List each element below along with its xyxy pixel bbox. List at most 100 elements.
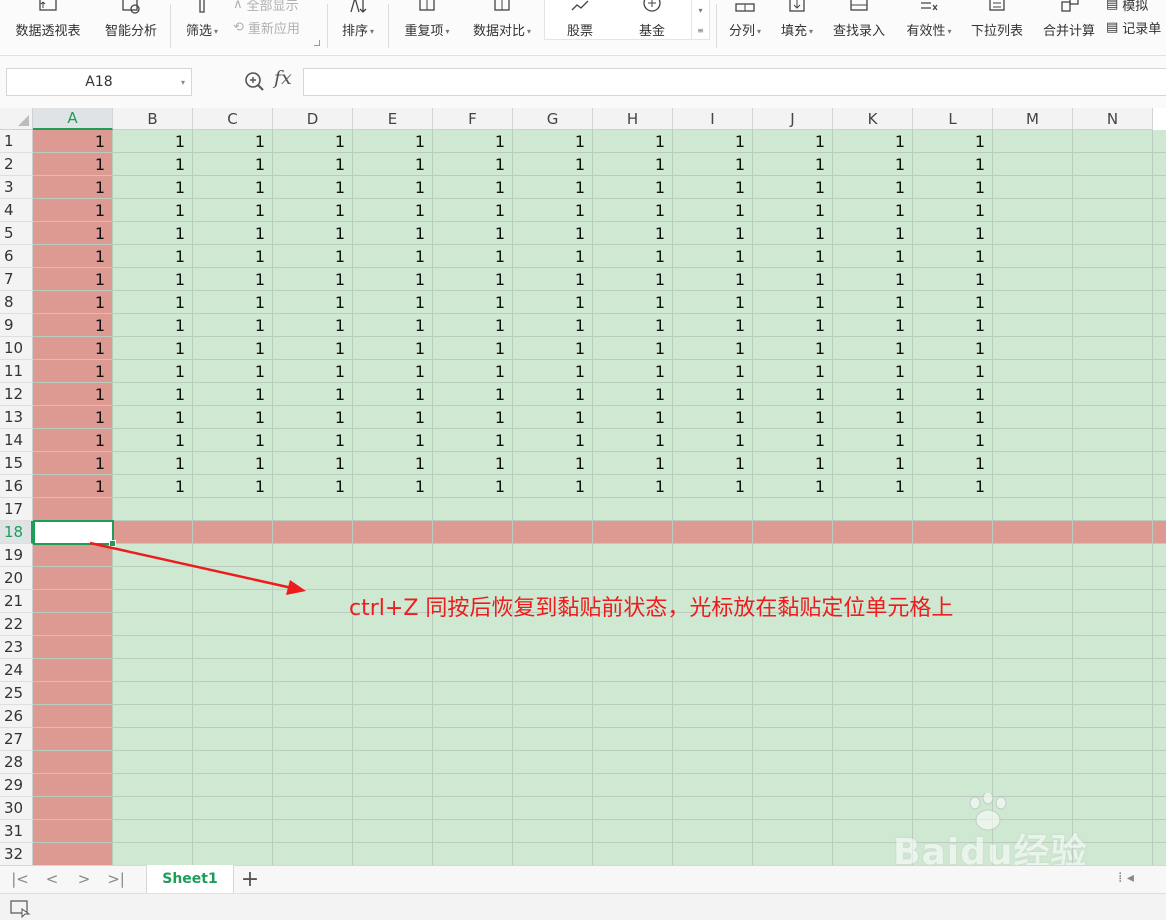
cell-h10[interactable]: 1 — [593, 337, 673, 360]
cell-j9[interactable]: 1 — [753, 314, 833, 337]
cell-l6[interactable]: 1 — [913, 245, 993, 268]
cell-h5[interactable]: 1 — [593, 222, 673, 245]
cell-b11[interactable]: 1 — [113, 360, 193, 383]
cell-c4[interactable]: 1 — [193, 199, 273, 222]
cell-g14[interactable]: 1 — [513, 429, 593, 452]
column-header-g[interactable]: G — [513, 108, 593, 130]
cell-l1[interactable]: 1 — [913, 130, 993, 153]
zoom-formula-icon[interactable] — [244, 71, 266, 93]
cell-c13[interactable]: 1 — [193, 406, 273, 429]
cell-e8[interactable]: 1 — [353, 291, 433, 314]
cell-k8[interactable]: 1 — [833, 291, 913, 314]
data-compare-button[interactable]: 数据对比 ▾ — [464, 0, 540, 56]
cell-i16[interactable]: 1 — [673, 475, 753, 498]
cell-i9[interactable]: 1 — [673, 314, 753, 337]
cell-f8[interactable]: 1 — [433, 291, 513, 314]
cell-f9[interactable]: 1 — [433, 314, 513, 337]
simulate-button[interactable]: ▤ 模拟 — [1106, 0, 1148, 14]
cell-e15[interactable]: 1 — [353, 452, 433, 475]
row-header-7[interactable]: 7 — [0, 268, 33, 291]
cell-k10[interactable]: 1 — [833, 337, 913, 360]
cell-i7[interactable]: 1 — [673, 268, 753, 291]
smart-analysis-button[interactable]: 智能分析 — [98, 0, 164, 56]
cell-f4[interactable]: 1 — [433, 199, 513, 222]
cell-c12[interactable]: 1 — [193, 383, 273, 406]
cell-h4[interactable]: 1 — [593, 199, 673, 222]
dropdown-list-button[interactable]: 下拉列表 — [964, 0, 1030, 56]
cell-i3[interactable]: 1 — [673, 176, 753, 199]
row-header-14[interactable]: 14 — [0, 429, 33, 452]
cell-d16[interactable]: 1 — [273, 475, 353, 498]
cell-g10[interactable]: 1 — [513, 337, 593, 360]
cell-e9[interactable]: 1 — [353, 314, 433, 337]
cell-h16[interactable]: 1 — [593, 475, 673, 498]
cell-g4[interactable]: 1 — [513, 199, 593, 222]
cell-e14[interactable]: 1 — [353, 429, 433, 452]
cell-f2[interactable]: 1 — [433, 153, 513, 176]
cell-k7[interactable]: 1 — [833, 268, 913, 291]
cell-i13[interactable]: 1 — [673, 406, 753, 429]
cell-c10[interactable]: 1 — [193, 337, 273, 360]
cell-c9[interactable]: 1 — [193, 314, 273, 337]
cell-k1[interactable]: 1 — [833, 130, 913, 153]
cell-c5[interactable]: 1 — [193, 222, 273, 245]
row-header-17[interactable]: 17 — [0, 498, 33, 521]
cell-l13[interactable]: 1 — [913, 406, 993, 429]
name-box[interactable]: A18 ▾ — [6, 68, 192, 96]
consolidate-button[interactable]: 合并计算 — [1036, 0, 1102, 56]
cell-e12[interactable]: 1 — [353, 383, 433, 406]
cell-k4[interactable]: 1 — [833, 199, 913, 222]
cell-k15[interactable]: 1 — [833, 452, 913, 475]
cell-b8[interactable]: 1 — [113, 291, 193, 314]
cell-b16[interactable]: 1 — [113, 475, 193, 498]
find-entry-button[interactable]: 查找录入 — [826, 0, 892, 56]
cell-d12[interactable]: 1 — [273, 383, 353, 406]
cell-a10[interactable]: 1 — [33, 337, 113, 360]
cell-f13[interactable]: 1 — [433, 406, 513, 429]
cell-f5[interactable]: 1 — [433, 222, 513, 245]
column-header-m[interactable]: M — [993, 108, 1073, 130]
cell-a16[interactable]: 1 — [33, 475, 113, 498]
column-header-i[interactable]: I — [673, 108, 753, 130]
cell-d5[interactable]: 1 — [273, 222, 353, 245]
select-all-corner[interactable] — [0, 108, 33, 130]
cell-j3[interactable]: 1 — [753, 176, 833, 199]
stock-button[interactable]: 股票 — [555, 0, 605, 40]
column-header-n[interactable]: N — [1073, 108, 1153, 130]
cell-d3[interactable]: 1 — [273, 176, 353, 199]
cell-e7[interactable]: 1 — [353, 268, 433, 291]
cell-a5[interactable]: 1 — [33, 222, 113, 245]
row-header-19[interactable]: 19 — [0, 544, 33, 567]
cell-c8[interactable]: 1 — [193, 291, 273, 314]
cell-l10[interactable]: 1 — [913, 337, 993, 360]
cell-a3[interactable]: 1 — [33, 176, 113, 199]
cell-d11[interactable]: 1 — [273, 360, 353, 383]
column-header-a[interactable]: A — [33, 108, 113, 130]
cell-j7[interactable]: 1 — [753, 268, 833, 291]
cell-a2[interactable]: 1 — [33, 153, 113, 176]
cell-d8[interactable]: 1 — [273, 291, 353, 314]
cell-e10[interactable]: 1 — [353, 337, 433, 360]
row-header-25[interactable]: 25 — [0, 682, 33, 705]
cell-c1[interactable]: 1 — [193, 130, 273, 153]
next-sheet-button[interactable]: > — [72, 868, 96, 890]
cell-c3[interactable]: 1 — [193, 176, 273, 199]
cell-b2[interactable]: 1 — [113, 153, 193, 176]
row-header-31[interactable]: 31 — [0, 820, 33, 843]
cell-a9[interactable]: 1 — [33, 314, 113, 337]
cell-c16[interactable]: 1 — [193, 475, 273, 498]
cell-c7[interactable]: 1 — [193, 268, 273, 291]
cell-i1[interactable]: 1 — [673, 130, 753, 153]
cell-a8[interactable]: 1 — [33, 291, 113, 314]
column-header-h[interactable]: H — [593, 108, 673, 130]
cell-a6[interactable]: 1 — [33, 245, 113, 268]
row-header-29[interactable]: 29 — [0, 774, 33, 797]
cell-f11[interactable]: 1 — [433, 360, 513, 383]
column-header-e[interactable]: E — [353, 108, 433, 130]
macro-record-icon[interactable] — [10, 900, 32, 918]
cell-b7[interactable]: 1 — [113, 268, 193, 291]
filter-button[interactable]: 筛选 ▾ — [178, 0, 226, 56]
cell-h9[interactable]: 1 — [593, 314, 673, 337]
cell-l7[interactable]: 1 — [913, 268, 993, 291]
cell-d2[interactable]: 1 — [273, 153, 353, 176]
